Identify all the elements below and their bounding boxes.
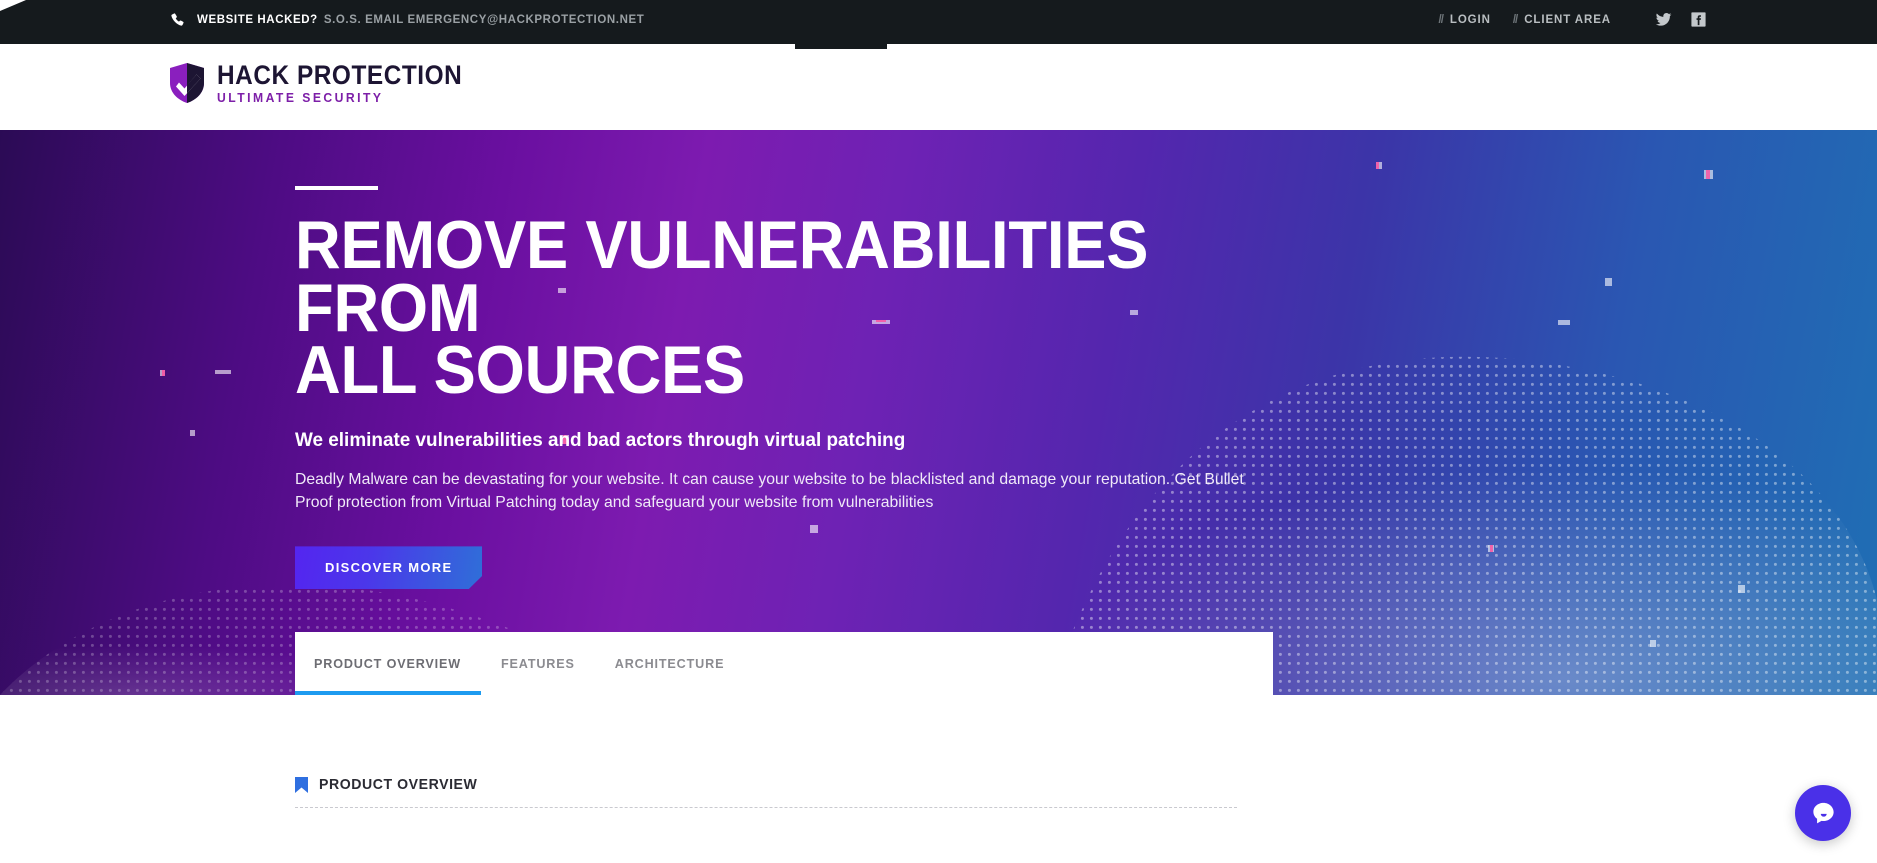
- tab-product-overview[interactable]: PRODUCT OVERVIEW: [295, 632, 482, 695]
- site-header: HACK PROTECTION ULTIMATE SECURITY: [0, 44, 1877, 130]
- social-links: [1655, 11, 1707, 28]
- hero-banner: REMOVE VULNERABILITIES FROM ALL SOURCES …: [0, 130, 1877, 695]
- hero-subtitle: We eliminate vulnerabilities and bad act…: [295, 428, 906, 451]
- site-logo[interactable]: HACK PROTECTION ULTIMATE SECURITY: [170, 62, 484, 104]
- top-right-links: // LOGIN // CLIENT AREA: [1439, 11, 1707, 28]
- emergency-contact[interactable]: WEBSITE HACKED? S.O.S. EMAIL EMERGENCY@H…: [170, 12, 644, 27]
- section-title-text: PRODUCT OVERVIEW: [319, 776, 478, 793]
- flag-icon: [295, 776, 308, 793]
- sos-strong-text: WEBSITE HACKED?: [197, 13, 318, 26]
- client-area-label: CLIENT AREA: [1524, 13, 1611, 26]
- page-title: REMOVE VULNERABILITIES FROM ALL SOURCES: [295, 207, 1149, 409]
- chat-widget-button[interactable]: [1795, 785, 1851, 841]
- topbar-notch-decoration: [795, 44, 887, 49]
- content-section: PRODUCT OVERVIEW: [0, 695, 1877, 863]
- hero-accent-bar: [295, 186, 378, 190]
- tab-architecture[interactable]: ARCHITECTURE: [595, 632, 745, 695]
- page-root: WEBSITE HACKED? S.O.S. EMAIL EMERGENCY@H…: [0, 0, 1877, 863]
- hero-content: REMOVE VULNERABILITIES FROM ALL SOURCES …: [295, 186, 1295, 589]
- chat-bubble-icon: [1810, 800, 1837, 827]
- top-utility-bar: WEBSITE HACKED? S.O.S. EMAIL EMERGENCY@H…: [0, 0, 1877, 44]
- slash-marker: //: [1438, 13, 1444, 26]
- discover-more-button[interactable]: DISCOVER MORE: [295, 546, 482, 589]
- logo-tagline-text: ULTIMATE SECURITY: [217, 89, 384, 105]
- tab-features[interactable]: FEATURES: [481, 632, 595, 695]
- facebook-icon[interactable]: [1690, 11, 1707, 28]
- section-heading: PRODUCT OVERVIEW: [295, 776, 488, 793]
- phone-icon: [170, 12, 185, 27]
- hero-paragraph: Deadly Malware can be devastating for yo…: [295, 470, 1244, 511]
- logo-primary-text: HACK PROTECTION: [217, 60, 463, 90]
- section-divider: [295, 807, 1237, 808]
- login-label: LOGIN: [1449, 13, 1491, 26]
- twitter-icon[interactable]: [1655, 11, 1672, 28]
- tab-bar: PRODUCT OVERVIEW FEATURES ARCHITECTURE: [295, 632, 1273, 695]
- top-link-client-area[interactable]: // CLIENT AREA: [1513, 14, 1611, 26]
- shield-check-icon: [170, 63, 204, 104]
- top-link-login[interactable]: // LOGIN: [1439, 14, 1491, 26]
- slash-marker: //: [1512, 13, 1518, 26]
- sos-email-text: S.O.S. EMAIL EMERGENCY@HACKPROTECTION.NE…: [323, 13, 645, 26]
